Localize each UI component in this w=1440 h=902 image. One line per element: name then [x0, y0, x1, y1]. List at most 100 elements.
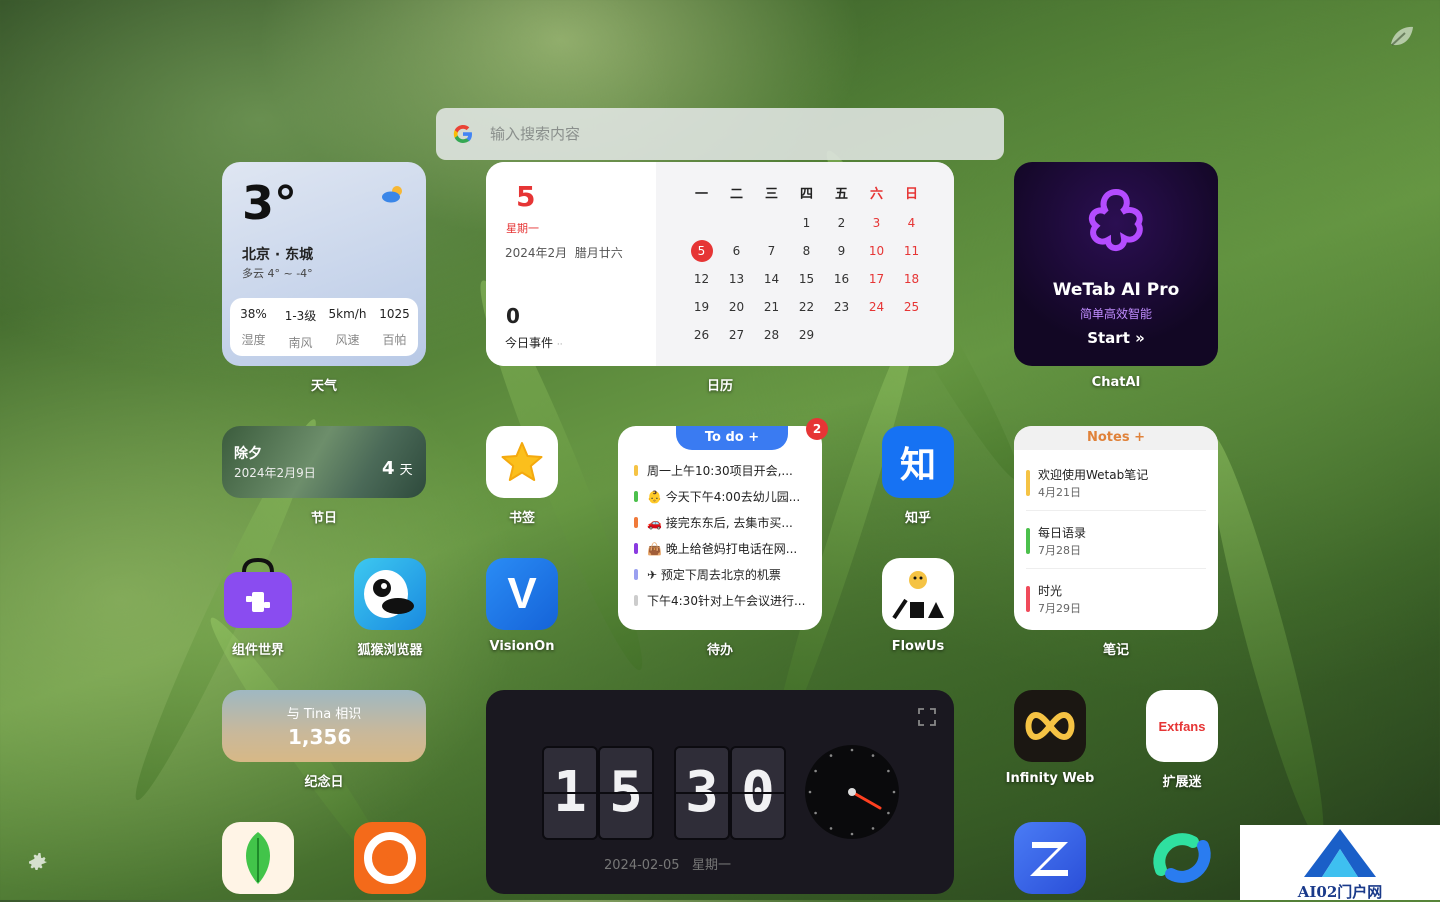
pressure-label: 百帕 [382, 333, 407, 347]
calendar-day-cell[interactable]: 29 [789, 324, 824, 352]
leaf-icon[interactable] [1388, 24, 1416, 50]
calendar-day-cell[interactable]: 27 [719, 324, 754, 352]
humidity-label: 湿度 [241, 333, 266, 347]
calendar-day-cell[interactable]: 21 [754, 296, 789, 324]
leaf-note-app[interactable] [222, 822, 294, 894]
flower-logo-icon [1082, 184, 1150, 260]
clock-widget[interactable]: 1 5 3 0 2024-02-05 星期一 [486, 690, 954, 894]
calendar-day-cell[interactable]: 26 [684, 324, 719, 352]
calendar-day-cell[interactable]: 2 [824, 212, 859, 240]
note-date: 4月21日 [1038, 486, 1081, 499]
notes-widget[interactable]: Notes + 欢迎使用Wetab笔记 4月21日 每日语录 7月28日 时光 7月2… [1014, 426, 1218, 630]
anniversary-widget[interactable]: 与 Tina 相识 1,356 [222, 690, 426, 762]
events-label-row[interactable]: 今日事件 ·· [505, 334, 563, 351]
note-item[interactable]: 欢迎使用Wetab笔记 4月21日 [1026, 466, 1206, 511]
shopping-bag-icon [224, 558, 292, 628]
calendar-day-cell[interactable]: 20 [719, 296, 754, 324]
chatai-start-button[interactable]: Start » [1014, 329, 1218, 347]
flowus-app[interactable] [882, 558, 954, 630]
calendar-day-cell[interactable]: 9 [824, 240, 859, 268]
calendar-day-cell[interactable]: 18 [894, 268, 929, 296]
calendar-day-cell[interactable]: 5 [684, 240, 719, 268]
calendar-day-cell[interactable]: 16 [824, 268, 859, 296]
search-bar[interactable] [436, 108, 1004, 160]
infinity-web-app[interactable] [1014, 690, 1086, 762]
calendar-day-cell[interactable]: 6 [719, 240, 754, 268]
todo-widget[interactable]: To do + 2 周一上午10:30项目开会,... 👶 今天下午4:00去幼… [618, 418, 828, 630]
calendar-widget[interactable]: 5 星期一 2024年2月 腊月廿六 0 今日事件 ·· 一二三四五六日1234… [486, 162, 954, 366]
note-title: 每日语录 [1038, 526, 1087, 540]
calendar-day-cell[interactable]: 24 [859, 296, 894, 324]
note-title: 欢迎使用Wetab笔记 [1038, 468, 1149, 482]
holiday-name: 除夕 [234, 446, 262, 462]
visionon-app[interactable]: V [486, 558, 558, 630]
zujian-world-label: 组件世界 [231, 643, 284, 658]
calendar-day-cell[interactable]: 23 [824, 296, 859, 324]
lemur-face-icon [364, 570, 414, 618]
holiday-date: 2024年2月9日 [234, 466, 316, 480]
flowus-logo-icon [892, 571, 944, 620]
calendar-day-cell[interactable]: 22 [789, 296, 824, 324]
todo-label: 待办 [706, 643, 733, 658]
clock-date-line: 2024-02-05 星期一 [604, 854, 731, 873]
todo-item[interactable]: 👶 今天下午4:00去幼儿园... [634, 488, 800, 505]
todo-add-tab[interactable]: To do + [676, 426, 788, 450]
calendar-day-cell[interactable]: 3 [859, 212, 894, 240]
calendar-day-cell[interactable]: 12 [684, 268, 719, 296]
google-icon [452, 123, 474, 145]
swirl-app[interactable] [1146, 822, 1218, 894]
calendar-weekday-header: 五 [834, 187, 848, 202]
fox-browser-app[interactable] [354, 822, 426, 894]
todo-item[interactable]: 下午4:30针对上午会议进行... [634, 592, 805, 609]
todo-text: 下午4:30针对上午会议进行... [647, 594, 806, 608]
todo-item[interactable]: 👜 晚上给爸妈打电话在网... [634, 540, 797, 557]
anniversary-label: 纪念日 [304, 775, 344, 790]
z-app[interactable] [1014, 822, 1086, 894]
chatai-widget[interactable]: WeTab AI Pro 简单高效智能 Start » [1014, 162, 1218, 366]
analog-clock [804, 744, 900, 844]
huhou-browser-app[interactable] [354, 558, 426, 630]
notes-add-header[interactable]: Notes + [1014, 426, 1218, 450]
calendar-empty-cell [859, 324, 894, 352]
calendar-empty-cell [824, 324, 859, 352]
calendar-day-cell[interactable]: 11 [894, 240, 929, 268]
calendar-day-cell[interactable]: 19 [684, 296, 719, 324]
chatai-label: ChatAI [1091, 375, 1141, 390]
bookmark-app[interactable] [486, 426, 558, 498]
settings-gear-icon[interactable] [26, 850, 50, 878]
todo-item[interactable]: ✈ 预定下周去北京的机票 [634, 566, 781, 583]
calendar-day-cell[interactable]: 15 [789, 268, 824, 296]
note-date: 7月28日 [1038, 544, 1081, 557]
search-input[interactable] [488, 124, 972, 144]
zujian-world-app[interactable] [222, 558, 294, 630]
todo-badge: 2 [806, 418, 828, 440]
todo-bar [634, 517, 638, 528]
bookmark-label: 书签 [508, 511, 535, 526]
calendar-day-cell[interactable]: 28 [754, 324, 789, 352]
todo-item[interactable]: 周一上午10:30项目开会,... [634, 462, 793, 479]
calendar-day-cell[interactable]: 13 [719, 268, 754, 296]
calendar-day-cell[interactable]: 10 [859, 240, 894, 268]
calendar-day-cell[interactable]: 14 [754, 268, 789, 296]
fullscreen-icon[interactable] [918, 708, 936, 730]
calendar-weekday-header: 三 [764, 187, 778, 202]
extfans-logo-icon: Extfans [1158, 718, 1206, 734]
note-item[interactable]: 每日语录 7月28日 [1026, 524, 1206, 569]
todo-text: 👜 晚上给爸妈打电话在网... [647, 542, 798, 556]
calendar-day-cell[interactable]: 7 [754, 240, 789, 268]
calendar-day-cell[interactable]: 17 [859, 268, 894, 296]
holiday-widget[interactable]: 除夕 2024年2月9日 4 天 [222, 426, 426, 498]
calendar-weekday-header: 二 [729, 187, 743, 202]
todo-item[interactable]: 🚗 接完东东后, 去集市买... [634, 514, 793, 531]
extfans-app[interactable]: Extfans [1146, 690, 1218, 762]
calendar-day-cell[interactable]: 8 [789, 240, 824, 268]
zhihu-app[interactable]: 知 [882, 426, 954, 498]
weather-widget[interactable]: 3° 北京 · 东城 多云 4° ~ -4° 38% 湿度 1-3级 南风 5km/… [222, 162, 426, 366]
note-item[interactable]: 时光 7月29日 [1026, 582, 1206, 626]
watermark-text: AI02门户网 [1297, 883, 1383, 901]
anniversary-text: 与 Tina 相识 [286, 707, 362, 722]
calendar-day-cell[interactable]: 25 [894, 296, 929, 324]
calendar-day-cell[interactable]: 4 [894, 212, 929, 240]
calendar-day-cell[interactable]: 1 [789, 212, 824, 240]
wind-speed-value: 5km/h [328, 307, 367, 321]
